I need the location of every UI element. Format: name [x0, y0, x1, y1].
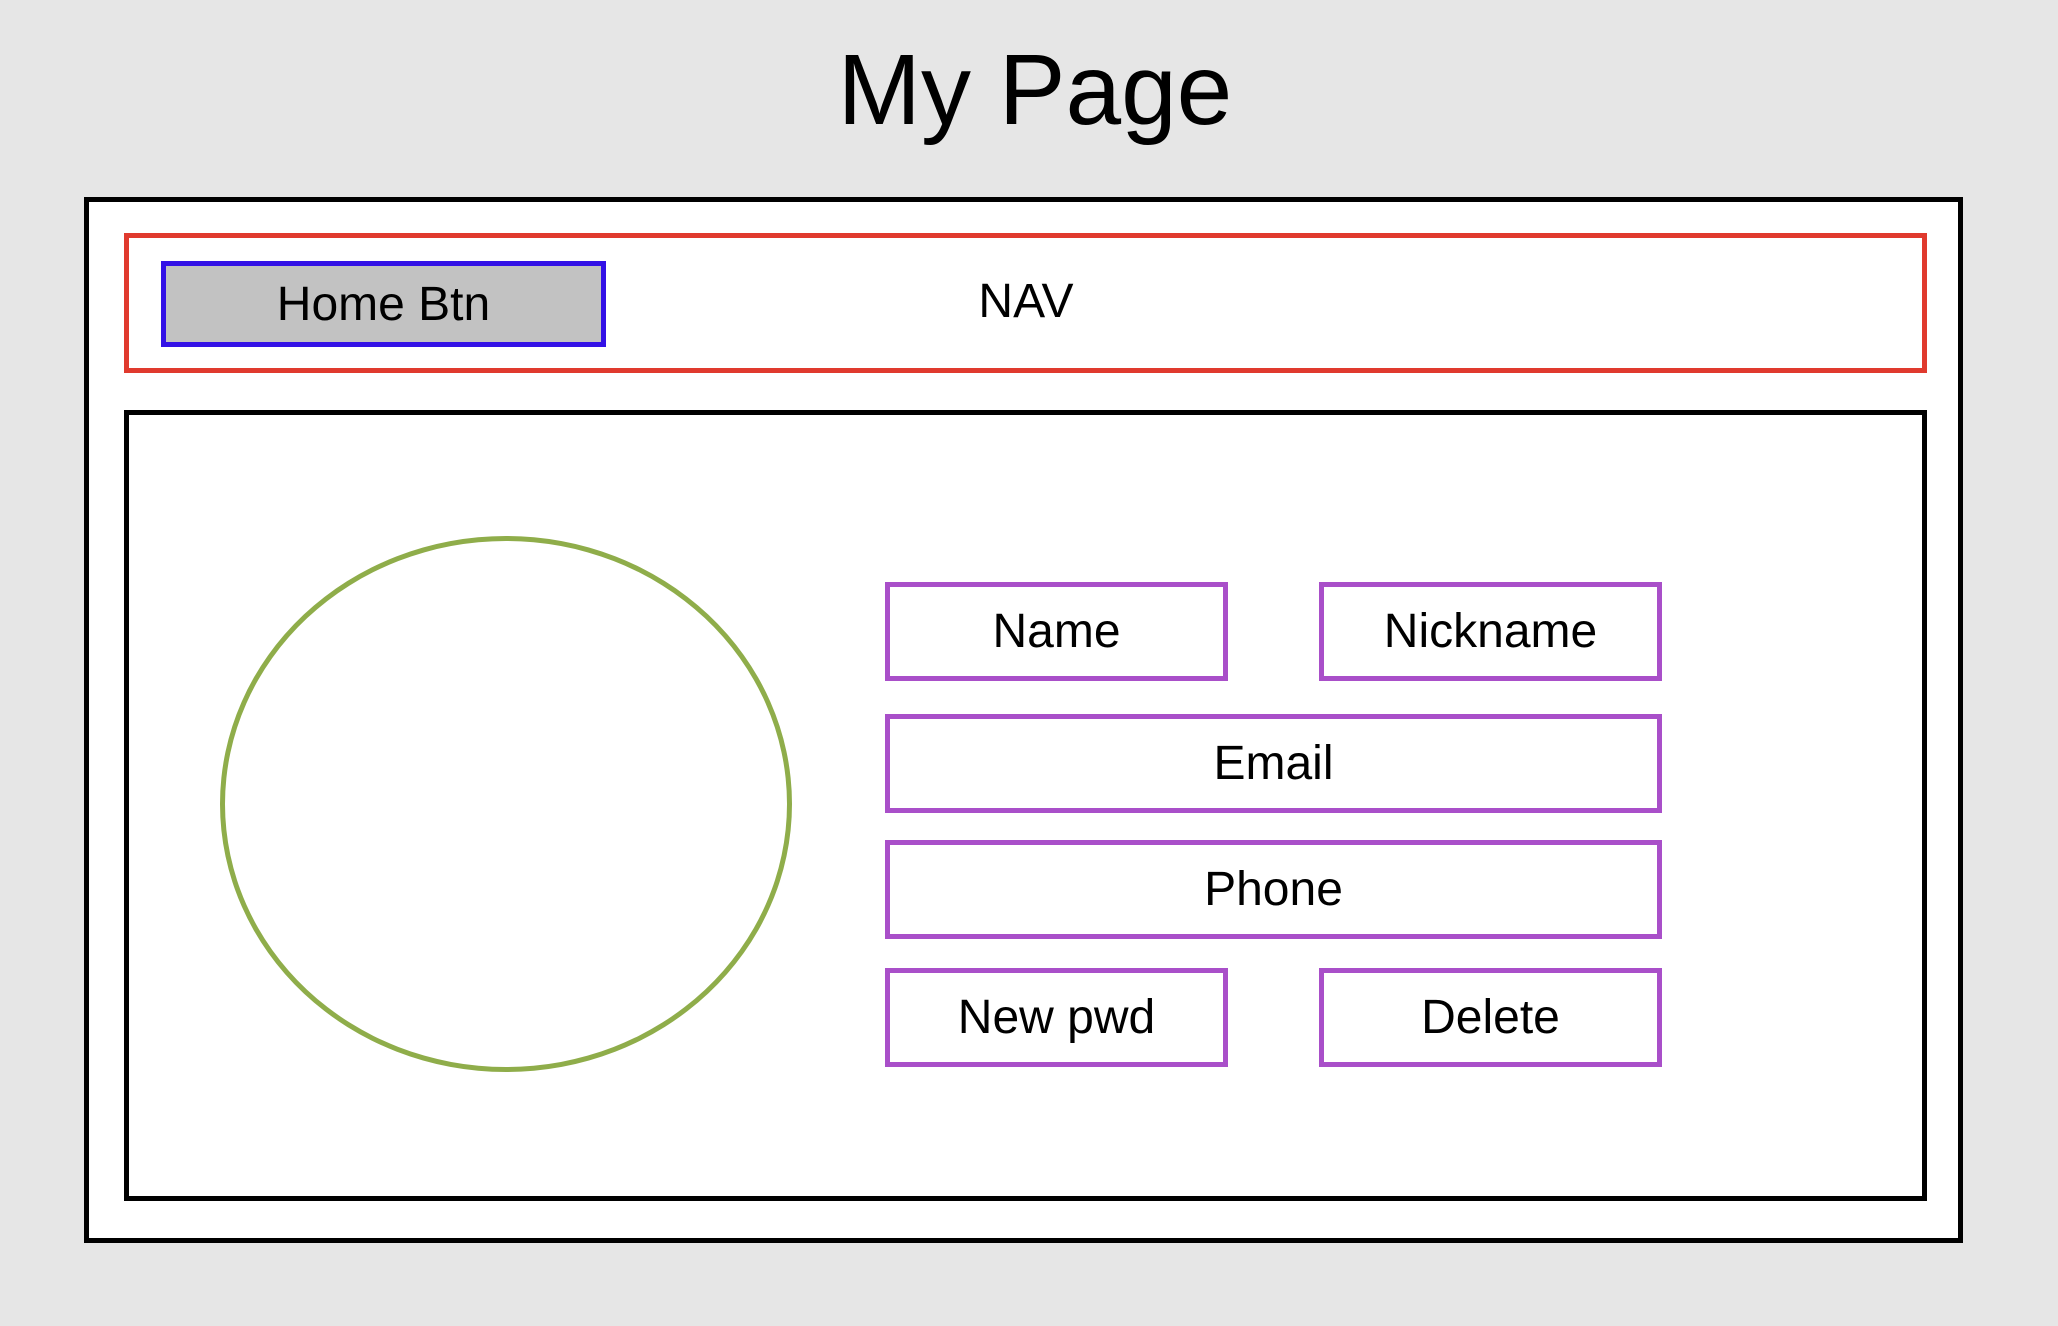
home-button[interactable]: Home Btn — [161, 261, 606, 347]
new-password-button[interactable]: New pwd — [885, 968, 1228, 1067]
delete-button[interactable]: Delete — [1319, 968, 1662, 1067]
nickname-field[interactable]: Nickname — [1319, 582, 1662, 681]
page-title: My Page — [837, 34, 1233, 146]
name-field[interactable]: Name — [885, 582, 1228, 681]
nav-label: NAV — [978, 275, 1074, 328]
phone-field[interactable]: Phone — [885, 840, 1662, 939]
avatar[interactable] — [220, 536, 792, 1072]
email-field[interactable]: Email — [885, 714, 1662, 813]
